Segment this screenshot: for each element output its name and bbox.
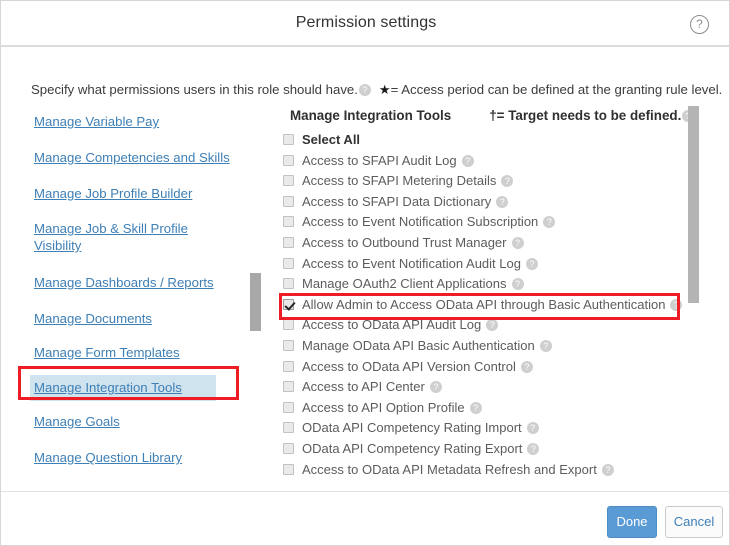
checkbox-unchecked-icon[interactable]	[283, 340, 294, 351]
checkbox-unchecked-icon[interactable]	[283, 196, 294, 207]
checkbox-unchecked-icon[interactable]	[283, 216, 294, 227]
permission-label: Access to API Center	[302, 379, 425, 394]
sidebar-item-manage-documents[interactable]: Manage Documents	[34, 310, 152, 327]
checkbox-unchecked-icon[interactable]	[283, 134, 294, 145]
permission-row[interactable]: Access to Outbound Trust Manager?	[283, 234, 683, 255]
permission-label: Access to SFAPI Audit Log	[302, 153, 457, 168]
list-clip-mask	[263, 481, 703, 491]
permission-list-scrollbar-thumb[interactable]	[688, 106, 699, 303]
permission-row[interactable]: Access to Event Notification Subscriptio…	[283, 213, 683, 234]
checkbox-unchecked-icon[interactable]	[283, 402, 294, 413]
footer-divider	[1, 491, 730, 492]
permission-label: Select All	[302, 132, 360, 147]
instructions-help-icon[interactable]: ?	[359, 84, 371, 96]
permission-label: Access to OData API Version Control	[302, 359, 516, 374]
permission-help-icon[interactable]: ?	[512, 237, 524, 249]
permission-label: OData API Competency Rating Export	[302, 441, 522, 456]
checkbox-unchecked-icon[interactable]	[283, 319, 294, 330]
checkbox-unchecked-icon[interactable]	[283, 381, 294, 392]
permission-row[interactable]: OData API Competency Rating Export?	[283, 440, 683, 461]
permission-help-icon[interactable]: ?	[501, 175, 513, 187]
permission-group-header: Manage Integration Tools †= Target needs …	[290, 108, 695, 123]
checkbox-checked-icon[interactable]	[283, 299, 294, 310]
sidebar-item-manage-variable-pay[interactable]: Manage Variable Pay	[34, 113, 159, 130]
permission-help-icon[interactable]: ?	[470, 402, 482, 414]
permission-settings-dialog: Permission settings ? Specify what permi…	[0, 0, 730, 546]
permission-label: Access to Outbound Trust Manager	[302, 235, 507, 250]
permission-row[interactable]: Access to OData API Metadata Refresh and…	[283, 461, 683, 482]
permission-help-icon[interactable]: ?	[486, 319, 498, 331]
permission-label: Access to OData API Metadata Refresh and…	[302, 462, 597, 477]
done-button[interactable]: Done	[607, 506, 657, 538]
permission-label: OData API Competency Rating Import	[302, 420, 522, 435]
dialog-header: Permission settings ?	[1, 1, 730, 47]
permission-help-icon[interactable]: ?	[512, 278, 524, 290]
checkbox-unchecked-icon[interactable]	[283, 361, 294, 372]
permission-help-icon[interactable]: ?	[496, 196, 508, 208]
checkbox-unchecked-icon[interactable]	[283, 175, 294, 186]
permission-help-icon[interactable]: ?	[540, 340, 552, 352]
sidebar-item-manage-form-templates[interactable]: Manage Form Templates	[34, 344, 180, 361]
checkbox-unchecked-icon[interactable]	[283, 443, 294, 454]
sidebar-item-manage-job-profile-builder[interactable]: Manage Job Profile Builder	[34, 185, 192, 202]
sidebar-item-manage-question-library[interactable]: Manage Question Library	[34, 449, 182, 466]
sidebar-item-manage-competencies-and-skills[interactable]: Manage Competencies and Skills	[34, 149, 230, 166]
permission-row[interactable]: Access to OData API Audit Log?	[283, 316, 683, 337]
permission-help-icon[interactable]: ?	[527, 422, 539, 434]
permission-label: Allow Admin to Access OData API through …	[302, 297, 665, 312]
permission-row[interactable]: Access to OData API Version Control?	[283, 358, 683, 379]
category-list: Manage Variable Pay Manage Competencies a…	[1, 105, 251, 485]
permission-label: Access to SFAPI Metering Details	[302, 173, 496, 188]
permission-row[interactable]: Access to Event Notification Audit Log?	[283, 255, 683, 276]
sidebar-item-manage-integration-tools[interactable]: Manage Integration Tools	[30, 375, 216, 401]
permission-row[interactable]: Access to API Center?	[283, 378, 683, 399]
permission-label: Access to Event Notification Audit Log	[302, 256, 521, 271]
checkbox-unchecked-icon[interactable]	[283, 278, 294, 289]
permission-row[interactable]: Manage OData API Basic Authentication?	[283, 337, 683, 358]
cancel-button[interactable]: Cancel	[665, 506, 723, 538]
sidebar-item-manage-goals[interactable]: Manage Goals	[34, 413, 120, 430]
sidebar-item-manage-job-skill-profile-visibility[interactable]: Manage Job & Skill Profile Visibility	[34, 220, 199, 254]
permission-help-icon[interactable]: ?	[527, 443, 539, 455]
checkbox-unchecked-icon[interactable]	[283, 237, 294, 248]
permission-row[interactable]: Allow Admin to Access OData API through …	[283, 296, 683, 317]
left-scrollbar-thumb[interactable]	[250, 273, 261, 331]
permission-help-icon[interactable]: ?	[521, 361, 533, 373]
permission-help-icon[interactable]: ?	[602, 464, 614, 476]
instructions-text: Specify what permissions users in this r…	[31, 82, 722, 98]
permission-checkbox-list: Select AllAccess to SFAPI Audit Log?Acce…	[283, 131, 683, 483]
help-icon[interactable]: ?	[690, 15, 709, 34]
instructions-star-note: = Access period can be defined at the gr…	[391, 82, 723, 97]
checkbox-unchecked-icon[interactable]	[283, 258, 294, 269]
permission-label: Access to OData API Audit Log	[302, 317, 481, 332]
permission-row[interactable]: Access to SFAPI Data Dictionary?	[283, 193, 683, 214]
sidebar-item-manage-dashboards-reports[interactable]: Manage Dashboards / Reports	[34, 274, 214, 291]
checkbox-unchecked-icon[interactable]	[283, 155, 294, 166]
permission-help-icon[interactable]: ?	[462, 155, 474, 167]
star-icon: ★	[379, 82, 391, 97]
permission-label: Access to SFAPI Data Dictionary	[302, 194, 491, 209]
checkbox-unchecked-icon[interactable]	[283, 464, 294, 475]
permission-row[interactable]: Manage OAuth2 Client Applications?	[283, 275, 683, 296]
permission-help-icon[interactable]: ?	[526, 258, 538, 270]
permission-label: Manage OData API Basic Authentication	[302, 338, 535, 353]
checkbox-unchecked-icon[interactable]	[283, 422, 294, 433]
page-title: Permission settings	[1, 14, 730, 32]
permission-label: Manage OAuth2 Client Applications	[302, 276, 507, 291]
permission-group-title: Manage Integration Tools	[290, 108, 451, 123]
permission-label: Access to API Option Profile	[302, 400, 465, 415]
instructions-main-text: Specify what permissions users in this r…	[31, 82, 358, 97]
permission-help-icon[interactable]: ?	[543, 216, 555, 228]
permission-help-icon[interactable]: ?	[430, 381, 442, 393]
permission-row[interactable]: Select All	[283, 131, 683, 152]
permission-row[interactable]: Access to API Option Profile?	[283, 399, 683, 420]
permission-label: Access to Event Notification Subscriptio…	[302, 214, 538, 229]
permission-row[interactable]: Access to SFAPI Metering Details?	[283, 172, 683, 193]
permission-help-icon[interactable]: ?	[670, 299, 682, 311]
dagger-note: †= Target needs to be defined.	[489, 108, 681, 123]
permission-row[interactable]: OData API Competency Rating Import?	[283, 419, 683, 440]
permission-row[interactable]: Access to SFAPI Audit Log?	[283, 152, 683, 173]
